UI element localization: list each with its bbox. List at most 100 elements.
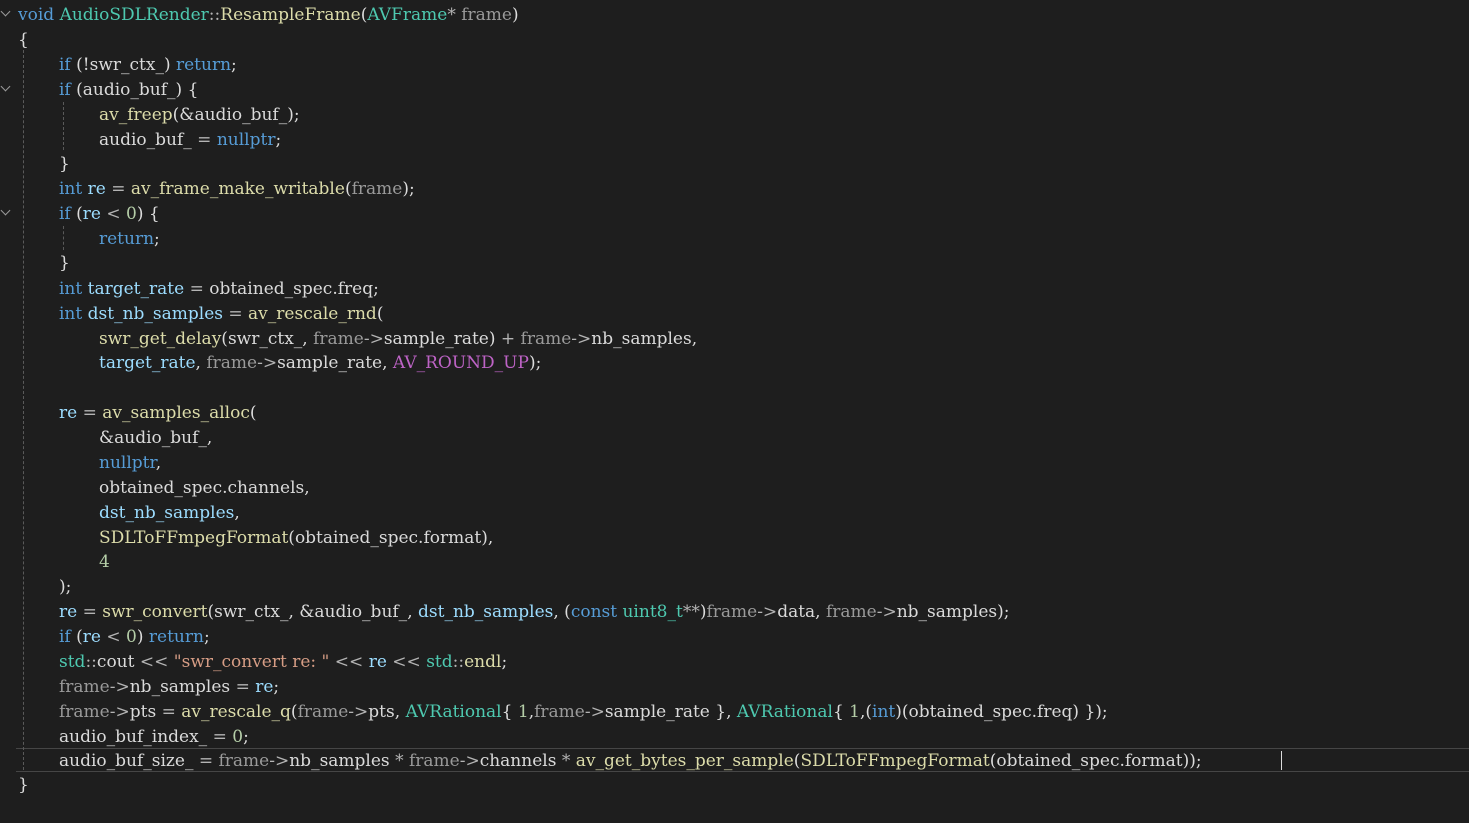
code-token: obtained_spec <box>294 528 419 548</box>
code-token: } <box>59 253 70 273</box>
code-text: if (re < 0) return; <box>59 625 210 649</box>
code-text: re = av_samples_alloc( <box>59 401 256 425</box>
code-token: = <box>228 304 249 324</box>
code-token: { <box>832 702 850 722</box>
code-text: if (!swr_ctx_) return; <box>59 53 237 77</box>
code-token: void <box>18 5 60 25</box>
indent-guide <box>23 50 24 770</box>
code-token: ; <box>373 279 379 299</box>
code-token: { <box>501 702 518 722</box>
code-token: freq <box>337 279 374 299</box>
code-token: audio_buf_size_ <box>59 751 199 771</box>
code-token: , <box>691 329 698 349</box>
code-token: -> <box>757 602 778 622</box>
code-text: frame->pts = av_rescale_q(frame->pts, AV… <box>59 700 1108 724</box>
code-token: if <box>59 80 77 100</box>
code-token: audio_buf_ <box>194 105 288 125</box>
code-token: ( <box>76 80 83 100</box>
code-token: av_rescale_rnd <box>248 304 377 324</box>
code-token: return <box>176 55 232 75</box>
code-token: target_rate <box>99 353 196 373</box>
code-token: , <box>407 602 418 622</box>
code-token: ; <box>243 727 249 747</box>
code-token: , <box>155 453 162 473</box>
code-token: av_frame_make_writable <box>130 179 345 199</box>
code-token: ) { <box>136 204 160 224</box>
code-text: 4 <box>99 550 110 574</box>
code-token: , <box>815 602 826 622</box>
code-token: dst_nb_samples <box>87 304 229 324</box>
code-token: (& <box>172 105 195 125</box>
code-token: ) { <box>175 80 199 100</box>
code-token: format <box>1124 751 1183 771</box>
code-text: } <box>18 773 29 797</box>
code-token: frame <box>351 179 403 199</box>
code-token: -> <box>348 702 369 722</box>
code-token: frame <box>408 751 460 771</box>
code-token: SDLToFFmpegFormat <box>800 751 990 771</box>
code-token: if <box>59 627 77 647</box>
indent-guide <box>63 226 64 250</box>
code-token: nb_samples <box>896 602 998 622</box>
code-token: re <box>368 652 393 672</box>
code-token: audio_buf_ <box>314 602 408 622</box>
code-token: std <box>426 652 453 672</box>
code-token: , & <box>288 602 315 622</box>
code-token: + <box>500 329 521 349</box>
collapse-chevron-icon[interactable] <box>0 81 11 92</box>
code-token: nb_samples <box>591 329 692 349</box>
code-token: -> <box>363 329 384 349</box>
code-token: -> <box>257 353 278 373</box>
code-token: * <box>561 751 576 771</box>
code-token: :: <box>85 652 97 672</box>
code-token: , <box>382 353 393 373</box>
code-token: nb_samples <box>129 677 236 697</box>
code-token: * <box>447 5 462 25</box>
code-text: av_freep(&audio_buf_); <box>99 103 300 127</box>
code-token: , <box>304 478 310 498</box>
code-token: 0 <box>232 727 244 747</box>
code-token: obtained_spec <box>209 279 333 299</box>
code-token: AVRational <box>736 702 833 722</box>
code-token: if <box>59 204 77 224</box>
code-token: = <box>82 602 103 622</box>
code-token: 0 <box>126 627 137 647</box>
code-token: frame <box>520 329 572 349</box>
code-editor[interactable]: void AudioSDLRender::ResampleFrame(AVFra… <box>0 0 1469 823</box>
code-token: obtained_spec <box>99 478 223 498</box>
code-token: ( <box>76 204 83 224</box>
code-token: sample_rate <box>604 702 716 722</box>
code-token: )( <box>895 702 909 722</box>
collapse-chevron-icon[interactable] <box>0 205 11 216</box>
code-token: data <box>777 602 816 622</box>
code-token: re <box>59 403 83 423</box>
code-token: frame <box>206 353 258 373</box>
code-token: audio_buf_index_ <box>59 727 213 747</box>
code-token: return <box>99 229 155 249</box>
code-token: int <box>59 179 88 199</box>
code-token: frame <box>59 677 110 697</box>
code-token: = <box>197 130 217 150</box>
code-token: ; <box>203 627 210 647</box>
code-token: frame <box>461 5 512 25</box>
code-text: nullptr, <box>99 451 161 475</box>
code-token: ) <box>488 329 501 349</box>
code-token: av_freep <box>99 105 173 125</box>
code-text: swr_get_delay(swr_ctx_, frame->sample_ra… <box>99 327 697 351</box>
code-token: << <box>139 652 174 672</box>
code-token: av_get_bytes_per_sample <box>575 751 794 771</box>
code-token: return <box>148 627 204 647</box>
code-token: frame <box>313 329 364 349</box>
code-token: ( <box>288 528 295 548</box>
code-token: obtained_spec <box>996 751 1120 771</box>
code-token: ; <box>501 652 508 672</box>
code-token: re <box>82 627 107 647</box>
code-token: uint8_t <box>622 602 683 622</box>
code-token: << <box>334 652 369 672</box>
code-token: < <box>106 204 127 224</box>
code-text: } <box>59 251 70 275</box>
code-token: , <box>302 329 314 349</box>
collapse-chevron-icon[interactable] <box>0 6 11 17</box>
code-token: -> <box>571 329 592 349</box>
code-token: = <box>212 727 233 747</box>
